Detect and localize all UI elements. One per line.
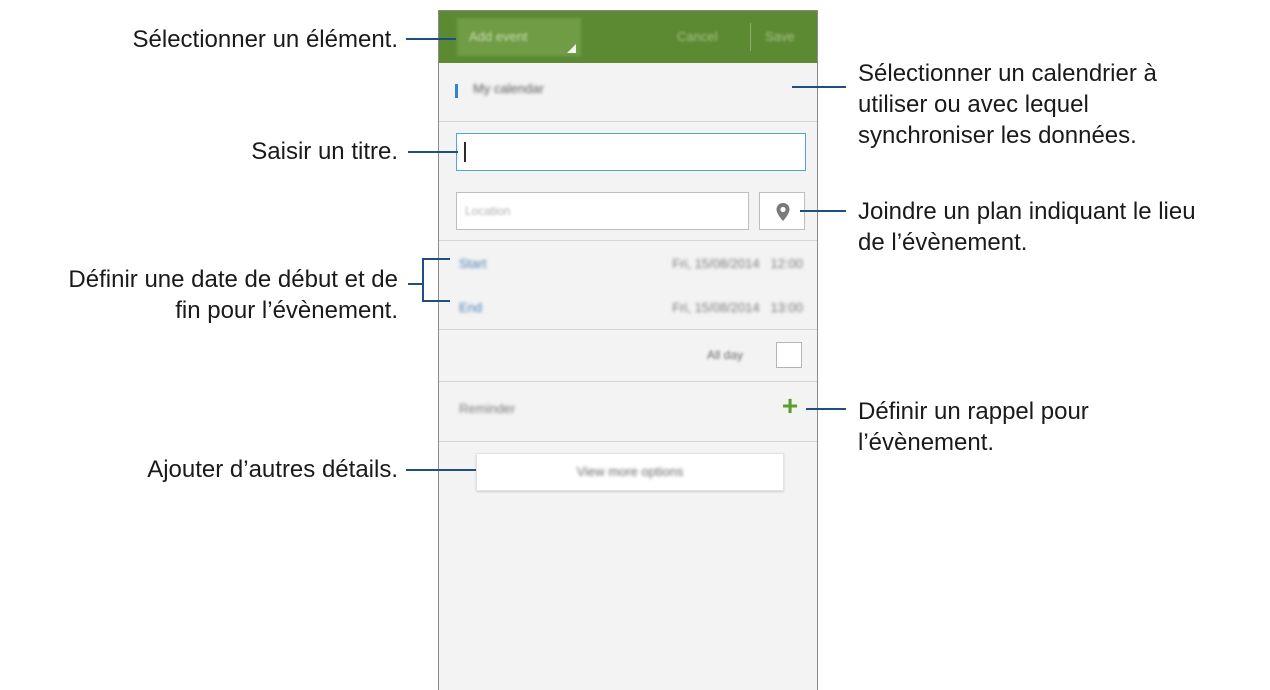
divider [439, 240, 817, 241]
action-bar: Add event Cancel Save [439, 11, 817, 63]
callout-add-details: Ajouter d’autres détails. [147, 456, 398, 483]
callout-text-line: Joindre un plan indiquant le lieu [858, 198, 1196, 225]
start-datetime[interactable]: Fri, 15/08/2014 12:00 [597, 256, 803, 271]
callout-text-line: utiliser ou avec lequel [858, 91, 1089, 118]
callout-text-line: Définir un rappel pour [858, 398, 1089, 425]
reminder-label: Reminder [459, 401, 516, 416]
callout-select-item: Sélectionner un élément. [132, 26, 399, 53]
callout-set-reminder: Définir un rappel pour l’évènement. [858, 396, 1089, 458]
callout-line [406, 469, 476, 471]
callout-line [406, 38, 456, 40]
action-divider [750, 23, 751, 51]
title-input[interactable] [456, 133, 806, 171]
callout-line [422, 258, 450, 260]
text-cursor [464, 142, 466, 162]
location-placeholder: Location [465, 204, 511, 218]
event-type-spinner[interactable]: Add event [457, 18, 581, 56]
callout-text-line: fin pour l’évènement. [175, 297, 398, 324]
event-editor-screen: Add event Cancel Save My calendar Locati… [438, 10, 818, 690]
callout-line [800, 210, 846, 212]
callout-text-line: de l’évènement. [858, 229, 1028, 256]
callout-line [408, 283, 422, 285]
end-datetime[interactable]: Fri, 15/08/2014 13:00 [597, 300, 803, 315]
callout-attach-map: Joindre un plan indiquant le lieu de l’é… [858, 196, 1196, 258]
callout-line [792, 86, 846, 88]
end-label[interactable]: End [459, 300, 482, 315]
divider [439, 329, 817, 330]
callout-text-line: Définir une date de début et de [68, 266, 398, 293]
callout-text-line: Sélectionner un calendrier à [858, 60, 1157, 87]
spinner-arrow-icon [567, 44, 576, 53]
callout-text-line: synchroniser les données. [858, 122, 1137, 149]
divider [439, 381, 817, 382]
callout-line [806, 408, 846, 410]
event-type-label: Add event [469, 29, 528, 44]
calendar-color-indicator [455, 84, 458, 98]
callout-bracket [422, 258, 424, 302]
all-day-label: All day [707, 348, 744, 362]
map-pin-icon [776, 203, 790, 221]
cancel-button[interactable]: Cancel [677, 11, 717, 63]
divider [439, 441, 817, 442]
save-button[interactable]: Save [765, 11, 795, 63]
location-input[interactable]: Location [456, 192, 749, 230]
callout-text-line: l’évènement. [858, 429, 995, 456]
view-more-options-button[interactable]: View more options [476, 453, 784, 491]
map-button[interactable] [759, 192, 805, 230]
divider [439, 121, 817, 122]
view-more-options-label: View more options [576, 464, 684, 479]
callout-select-calendar: Sélectionner un calendrier à utiliser ou… [858, 58, 1157, 151]
add-reminder-button[interactable]: + [779, 392, 801, 420]
calendar-selector[interactable]: My calendar [473, 81, 544, 96]
callout-line [422, 300, 450, 302]
callout-line [408, 151, 458, 153]
callout-set-dates: Définir une date de début et de fin pour… [68, 264, 398, 326]
callout-enter-title: Saisir un titre. [251, 138, 398, 165]
all-day-checkbox[interactable] [776, 342, 802, 368]
start-label[interactable]: Start [459, 256, 486, 271]
